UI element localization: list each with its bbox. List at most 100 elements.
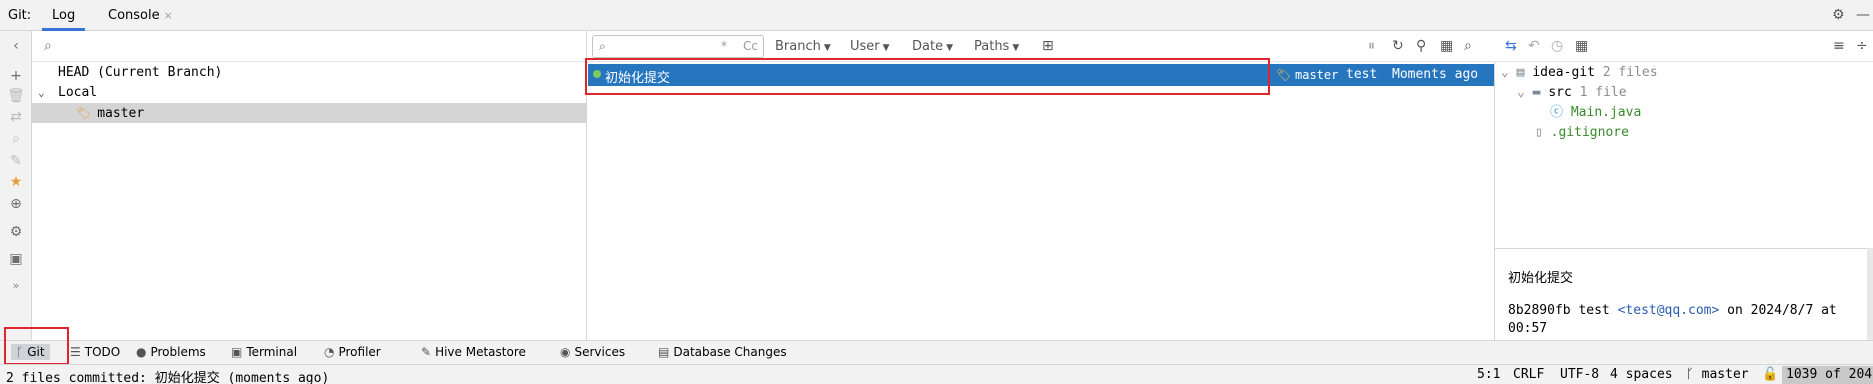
caret-position[interactable]: 5:1	[1477, 367, 1500, 382]
profiler-icon: ◔	[324, 345, 335, 359]
branch-head-node[interactable]: HEAD (Current Branch)	[32, 63, 587, 83]
commit-details: 初始化提交 8b2890fb test <test@qq.com> on 202…	[1495, 248, 1873, 340]
minimize-icon[interactable]: —	[1856, 7, 1870, 23]
cherry-pick-icon[interactable]: ⚲	[1416, 38, 1426, 54]
tool-window-terminal[interactable]: ▣ Terminal	[231, 345, 297, 359]
compare-icon[interactable]: ⇆	[1505, 38, 1517, 54]
chevron-down-icon: ⌄	[1517, 85, 1525, 100]
folder-icon: ▬	[1532, 85, 1541, 100]
file-icon: ▯	[1535, 125, 1543, 140]
star-icon[interactable]: ★	[7, 173, 25, 191]
changes-panel: ⇆ ↶ ◷ ▦ ≡ ÷ ⌄ ▤ idea-git 2 files ⌄ ▬ src…	[1495, 31, 1873, 340]
tool-window-profiler[interactable]: ◔ Profiler	[324, 345, 381, 359]
tool-window-problems[interactable]: ● Problems	[136, 345, 206, 359]
tab-console[interactable]: Console ×	[98, 0, 183, 31]
group-icon[interactable]: ▦	[1575, 38, 1588, 54]
highlight-box-git	[4, 327, 69, 365]
branches-panel: ⌕ HEAD (Current Branch) ⌄ Local 🏷 master	[32, 31, 587, 340]
changes-file-gitignore[interactable]: ▯ .gitignore	[1535, 123, 1629, 143]
search-icon[interactable]: ⌕	[7, 130, 25, 148]
line-separator[interactable]: CRLF	[1513, 367, 1544, 382]
branch-local-group[interactable]: ⌄ Local	[32, 83, 587, 103]
close-icon[interactable]: ×	[164, 9, 173, 22]
tool-window-title: Git:	[8, 8, 32, 23]
status-message[interactable]: 2 files committed: 初始化提交 (moments ago)	[6, 367, 329, 384]
regex-toggle[interactable]: *	[721, 39, 727, 53]
file-encoding[interactable]: UTF-8	[1560, 367, 1599, 382]
indent-setting[interactable]: 4 spaces	[1610, 367, 1673, 382]
edit-icon[interactable]: ✎	[7, 152, 25, 170]
java-class-icon: ⓒ	[1550, 105, 1564, 120]
tag-icon: 🏷	[1276, 68, 1292, 82]
chevron-down-icon[interactable]: ⌄	[38, 83, 45, 103]
highlight-box-commit	[585, 58, 1270, 95]
search-icon: ⌕	[44, 38, 52, 54]
changes-src-node[interactable]: ⌄ ▬ src 1 file	[1517, 83, 1627, 103]
branch-item-master[interactable]: 🏷 master	[32, 103, 587, 123]
branch-filter[interactable]: Branch ▼	[775, 39, 831, 54]
git-tool-window: Git: Log Console × ⚙ — ‹ + 🗑 ⇄ ⌕ ✎ ★ ⊕ ⚙ …	[0, 0, 1873, 384]
list-icon: ☰	[70, 345, 81, 359]
collapse-all-icon[interactable]: ÷	[1856, 38, 1868, 54]
add-icon[interactable]: +	[7, 67, 25, 85]
merge-icon[interactable]: ⇄	[7, 108, 25, 126]
terminal-icon[interactable]: ▣	[7, 250, 25, 268]
chevron-left-icon[interactable]: ‹	[7, 37, 25, 55]
commit-author: test	[1346, 67, 1378, 82]
commit-hash-link[interactable]: 8b2890fb	[1508, 303, 1571, 318]
chevron-down-icon: ▼	[823, 43, 831, 53]
branch-search-bar: ⌕	[32, 31, 587, 62]
overflow-icon[interactable]: »	[7, 277, 25, 295]
search-icon: ⌕	[599, 39, 606, 53]
chevron-down-icon: ▼	[1012, 43, 1020, 53]
tab-strip: Git: Log Console × ⚙ —	[0, 0, 1873, 31]
memory-indicator[interactable]: 1039 of 204	[1782, 366, 1873, 384]
chevron-down-icon: ▼	[946, 43, 953, 53]
database-icon: ▤	[658, 345, 670, 359]
commit-refs: master	[1295, 68, 1339, 82]
delete-icon[interactable]: 🗑	[7, 87, 25, 105]
left-action-strip: ‹ + 🗑 ⇄ ⌕ ✎ ★ ⊕ ⚙ ▣ »	[0, 31, 32, 340]
chevron-down-icon: ⌄	[1501, 65, 1509, 80]
tool-window-todo[interactable]: ☰ TODO	[70, 345, 120, 359]
branch-search-input[interactable]	[66, 35, 576, 57]
user-filter[interactable]: User ▼	[850, 39, 890, 54]
expand-all-icon[interactable]: ≡	[1833, 38, 1845, 54]
branch-icon: ᚴ	[1686, 367, 1694, 382]
match-case-toggle[interactable]: Cc	[743, 39, 758, 53]
tool-window-database-changes[interactable]: ▤ Database Changes	[658, 345, 787, 359]
tool-window-services[interactable]: ◉ Services	[560, 345, 625, 359]
commit-email-link[interactable]: <test@qq.com>	[1618, 303, 1720, 318]
changes-file-main-java[interactable]: ⓒ Main.java	[1550, 103, 1641, 123]
pause-icon[interactable]: ⏸	[1368, 38, 1375, 54]
tool-window-bar: ᚴ Git ☰ TODO ● Problems ▣ Terminal ◔ Profiler…	[0, 340, 1873, 364]
date-filter[interactable]: Date ▼	[912, 39, 953, 54]
details-scrollbar[interactable]	[1867, 248, 1873, 340]
changes-toolbar: ⇆ ↶ ◷ ▦ ≡ ÷	[1495, 31, 1873, 62]
terminal-icon: ▣	[231, 345, 243, 359]
status-bar: 2 files committed: 初始化提交 (moments ago) 5…	[0, 364, 1873, 384]
settings-icon[interactable]: ⚙	[7, 223, 25, 241]
git-branch-widget[interactable]: ᚴ master	[1686, 367, 1749, 382]
tab-log[interactable]: Log	[42, 0, 86, 31]
commit-search-input[interactable]	[617, 38, 717, 55]
history-icon[interactable]: ◷	[1551, 38, 1563, 54]
target-icon[interactable]: ⊕	[7, 195, 25, 213]
layout-icon[interactable]: ▦	[1440, 38, 1453, 54]
lock-icon[interactable]: 🔓	[1762, 367, 1778, 382]
undo-icon[interactable]: ↶	[1528, 38, 1540, 54]
search-icon[interactable]: ⌕	[1464, 38, 1472, 54]
commit-meta: 8b2890fb test <test@qq.com> on 2024/8/7 …	[1508, 303, 1837, 336]
paths-filter[interactable]: Paths ▼	[974, 39, 1019, 54]
new-tab-icon[interactable]: ⊞	[1042, 38, 1054, 54]
commit-date: Moments ago	[1392, 67, 1479, 82]
folder-icon: ▤	[1516, 65, 1525, 80]
changes-root-node[interactable]: ⌄ ▤ idea-git 2 files	[1501, 63, 1658, 83]
hive-icon: ✎	[421, 345, 432, 359]
chevron-down-icon: ▼	[882, 43, 890, 53]
tool-window-hive-metastore[interactable]: ✎ Hive Metastore	[421, 345, 526, 359]
refresh-icon[interactable]: ↻	[1392, 38, 1404, 54]
gear-icon[interactable]: ⚙	[1832, 7, 1845, 23]
commit-search-box: ⌕ * Cc	[592, 35, 764, 58]
info-icon: ●	[136, 345, 147, 359]
